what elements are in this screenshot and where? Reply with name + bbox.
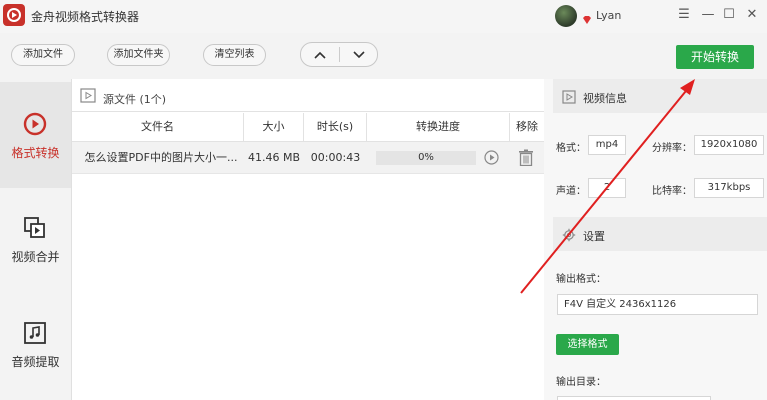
chevron-down-icon xyxy=(353,51,365,59)
column-header-duration: 时长(s) xyxy=(304,113,367,141)
move-up-button[interactable] xyxy=(301,43,339,66)
reorder-buttons xyxy=(300,42,378,67)
app-logo-icon xyxy=(3,4,25,26)
sidebar-item-video-merge[interactable]: 视频合并 xyxy=(0,188,71,294)
format-convert-icon xyxy=(22,111,48,137)
column-header-remove: 移除 xyxy=(516,120,538,133)
sidebar-item-format-convert[interactable]: 格式转换 xyxy=(0,82,71,188)
source-file-count: 源文件 (1个) xyxy=(103,93,167,106)
output-dir-field[interactable] xyxy=(557,396,711,400)
source-file-icon xyxy=(80,88,96,103)
chevron-up-icon xyxy=(314,51,326,59)
sidebar-item-label: 格式转换 xyxy=(11,146,60,160)
sidebar-item-audio-extract[interactable]: 音频提取 xyxy=(0,294,71,400)
minimize-button[interactable]: — xyxy=(701,8,715,22)
format-value: mp4 xyxy=(588,135,626,155)
avatar[interactable] xyxy=(555,5,577,27)
video-info-icon xyxy=(562,89,576,104)
channel-label: 声道： xyxy=(556,186,586,197)
add-file-button[interactable]: 添加文件 xyxy=(11,44,75,66)
file-name-cell: 怎么设置PDF中的图片大小一... xyxy=(84,151,238,164)
app-title: 金舟视频格式转换器 xyxy=(31,10,140,24)
column-header-name: 文件名 xyxy=(72,113,244,141)
file-duration-cell: 00:00:43 xyxy=(310,151,361,164)
start-convert-button[interactable]: 开始转换 xyxy=(676,45,754,69)
settings-title: 设置 xyxy=(583,230,605,243)
sidebar-item-label: 视频合并 xyxy=(11,250,60,264)
channel-value: 2 xyxy=(588,178,626,198)
trash-icon[interactable] xyxy=(518,149,534,167)
username[interactable]: Lyan xyxy=(596,9,621,22)
bitrate-label: 比特率： xyxy=(652,186,692,197)
close-button[interactable]: ✕ xyxy=(745,8,759,22)
clear-list-button[interactable]: 清空列表 xyxy=(203,44,266,66)
video-info-title: 视频信息 xyxy=(583,92,627,105)
output-format-field[interactable]: F4V 自定义 2436x1126 xyxy=(557,294,758,315)
file-size-cell: 41.46 MB xyxy=(247,151,301,164)
vip-diamond-icon xyxy=(582,10,592,24)
output-dir-label: 输出目录： xyxy=(556,377,606,388)
sidebar-item-label: 音频提取 xyxy=(11,355,60,369)
choose-format-button[interactable]: 选择格式 xyxy=(556,334,619,355)
resolution-label: 分辨率： xyxy=(652,143,692,154)
column-header-progress: 转换进度 xyxy=(367,113,510,141)
video-merge-icon xyxy=(22,215,48,241)
gear-icon xyxy=(562,227,576,242)
bitrate-value: 317kbps xyxy=(694,178,764,198)
move-down-button[interactable] xyxy=(340,43,378,66)
format-label: 格式： xyxy=(556,143,586,154)
menu-icon[interactable]: ☰ xyxy=(677,8,691,22)
app-window: 金舟视频格式转换器 Lyan ☰ — ☐ ✕ 添加文件 添加文件夹 清空列表 开… xyxy=(0,0,767,400)
output-format-label: 输出格式： xyxy=(556,274,606,285)
play-icon[interactable] xyxy=(484,150,499,165)
audio-extract-icon xyxy=(22,320,48,346)
column-header-size: 大小 xyxy=(244,113,304,141)
maximize-button[interactable]: ☐ xyxy=(722,8,736,22)
add-folder-button[interactable]: 添加文件夹 xyxy=(107,44,170,66)
resolution-value: 1920x1080 xyxy=(694,135,764,155)
progress-text: 0% xyxy=(418,152,434,163)
